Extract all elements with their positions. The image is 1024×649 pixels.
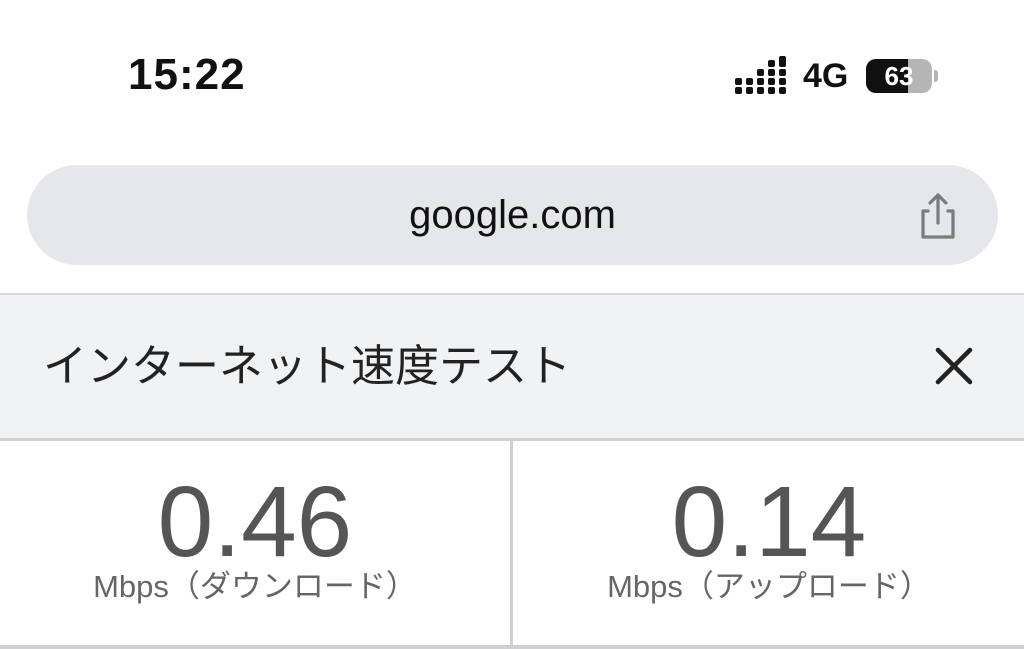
status-bar: 15:22 4G 63: [0, 0, 1024, 150]
download-speed-value: 0.46: [157, 466, 353, 578]
results-bottom-divider: [0, 645, 1024, 649]
upload-speed-value: 0.14: [671, 466, 867, 578]
address-url[interactable]: google.com: [27, 165, 998, 265]
results-vertical-divider: [510, 441, 513, 645]
download-speed-unit: Mbps（ダウンロード）: [93, 569, 417, 604]
speed-test-title: インターネット速度テスト: [43, 342, 571, 391]
browser-page: 15:22 4G 63 google.com インターネット速度テスト 0.46…: [0, 0, 1024, 649]
battery-level: 63: [884, 61, 914, 91]
close-icon[interactable]: [928, 340, 980, 392]
battery-body: 63: [866, 59, 932, 93]
battery-icon: 63: [866, 59, 938, 93]
status-time: 15:22: [128, 50, 246, 99]
network-type: 4G: [803, 57, 849, 95]
signal-bars-icon: [735, 56, 786, 94]
address-bar[interactable]: google.com: [27, 165, 998, 265]
upload-speed-unit: Mbps（アップロード）: [607, 569, 931, 604]
download-result: 0.46 Mbps（ダウンロード）: [0, 441, 510, 649]
battery-tip: [934, 70, 938, 82]
speed-test-header: インターネット速度テスト: [0, 295, 1024, 438]
share-icon[interactable]: [911, 189, 965, 243]
upload-result: 0.14 Mbps（アップロード）: [514, 441, 1024, 649]
